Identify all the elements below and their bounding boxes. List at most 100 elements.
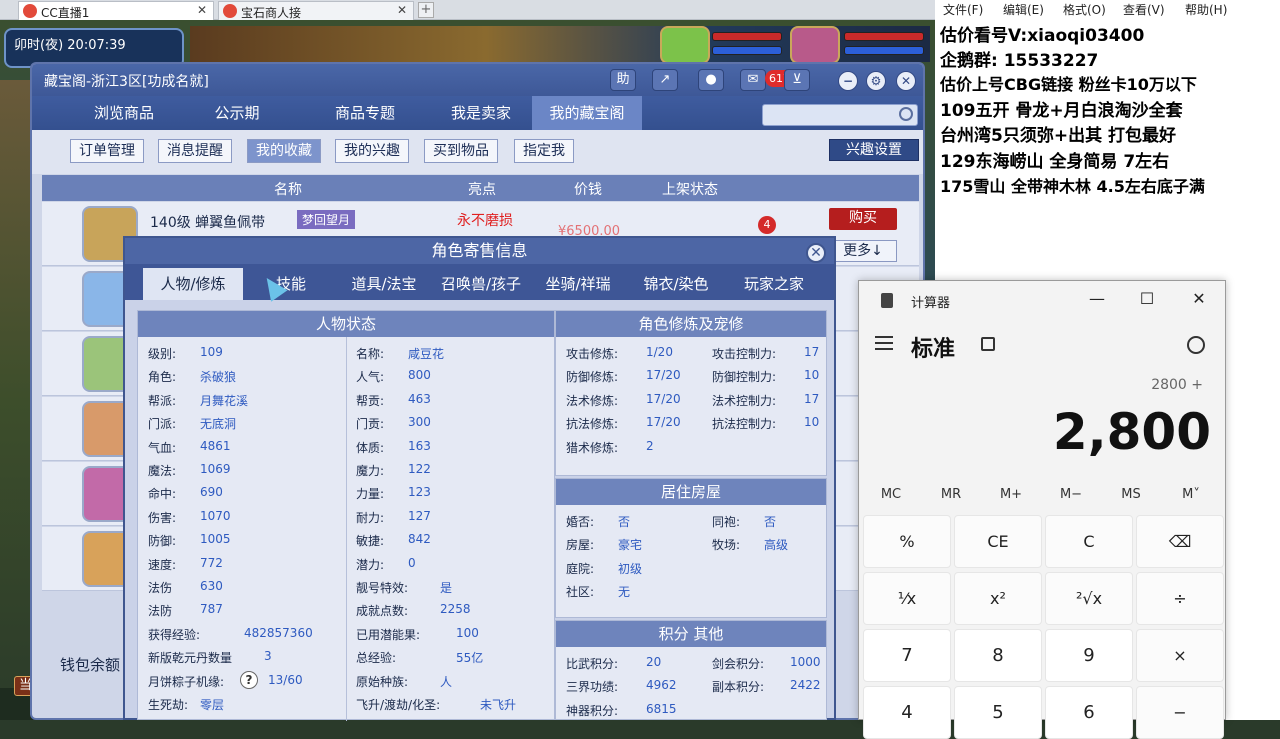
tab-pets[interactable]: 召唤兽/孩子 (433, 268, 529, 300)
digit-7-key[interactable]: 7 (863, 629, 951, 682)
info-field: 比武积分: 20 (566, 655, 661, 672)
share-icon[interactable]: ↗ (652, 69, 678, 91)
order-manage-button[interactable]: 订单管理 (70, 139, 144, 163)
menu-help[interactable]: 帮助(H) (1185, 1, 1227, 18)
buy-button[interactable]: 购买 (829, 208, 897, 230)
square-key[interactable]: x² (954, 572, 1042, 625)
help-button[interactable]: 助 (610, 69, 636, 91)
search-icon[interactable] (899, 107, 913, 121)
divide-key[interactable]: ÷ (1136, 572, 1224, 625)
help-question-icon[interactable]: ? (240, 670, 258, 689)
msg-remind-button[interactable]: 消息提醒 (158, 139, 232, 163)
tab-mounts[interactable]: 坐骑/祥瑞 (535, 268, 621, 300)
interest-settings-button[interactable]: 兴趣设置 (829, 139, 919, 161)
my-favorites-button[interactable]: 我的收藏 (247, 139, 321, 163)
tab-home[interactable]: 玩家之家 (729, 268, 819, 300)
field-label: 总经验: (356, 651, 397, 666)
cc-logo-icon (223, 4, 237, 18)
search-input[interactable] (762, 104, 918, 126)
digit-5-key[interactable]: 5 (954, 686, 1042, 739)
my-interest-button[interactable]: 我的兴趣 (335, 139, 409, 163)
notepad-line: 175雪山 全带神木林 4.5左右底子满 (940, 177, 1205, 196)
field-value: 1000 (790, 655, 821, 669)
field-value: 482857360 (244, 625, 313, 640)
nav-topics[interactable]: 商品专题 (310, 96, 420, 130)
close-icon[interactable]: ✕ (397, 3, 407, 17)
digit-8-key[interactable]: 8 (954, 629, 1042, 682)
memory-button[interactable]: MS (1101, 487, 1161, 502)
field-label: 社区: (566, 585, 595, 600)
menu-format[interactable]: 格式(O) (1063, 1, 1106, 18)
info-field: 总经验: 55亿 (356, 649, 483, 666)
memory-button[interactable]: MR (921, 487, 981, 502)
close-icon[interactable]: ✕ (197, 3, 207, 17)
history-icon[interactable] (1187, 336, 1205, 354)
browser-tab-gem-merchant[interactable]: 宝石商人接 ✕ (218, 1, 414, 20)
digit-6-key[interactable]: 6 (1045, 686, 1133, 739)
info-field: 获得经验: 482857360 (148, 626, 313, 643)
field-label: 名称: (356, 347, 385, 361)
nav-announce-period[interactable]: 公示期 (192, 96, 282, 130)
minimize-icon[interactable]: − (838, 71, 858, 91)
minimize-icon[interactable]: — (1085, 289, 1109, 311)
nav-seller[interactable]: 我是卖家 (426, 96, 536, 130)
field-label: 门贡: (356, 417, 385, 432)
memory-button[interactable]: M− (1041, 487, 1101, 502)
clear-key[interactable]: C (1045, 515, 1133, 568)
field-label: 比武积分: (566, 657, 619, 671)
field-label: 获得经验: (148, 627, 201, 642)
settings-gear-icon[interactable]: ⚙ (866, 71, 886, 91)
close-icon[interactable]: ✕ (1187, 289, 1211, 311)
sqrt-key[interactable]: ²√x (1045, 572, 1133, 625)
bought-items-button[interactable]: 买到物品 (424, 139, 498, 163)
field-value: 20 (646, 655, 662, 669)
item-title[interactable]: 140级 蝉翼鱼佩带 (150, 212, 265, 232)
tab-character[interactable]: 人物/修炼 (143, 268, 243, 300)
record-icon[interactable]: ● (698, 69, 724, 91)
browser-tab-label: CC直播1 (41, 6, 90, 20)
field-value: 初级 (618, 561, 643, 576)
field-value: 否 (618, 515, 631, 529)
field-value: 月舞花溪 (200, 393, 249, 408)
player-mp-bar (844, 46, 924, 55)
new-tab-button[interactable]: + (418, 2, 434, 18)
tab-items[interactable]: 道具/法宝 (341, 268, 427, 300)
digit-4-key[interactable]: 4 (863, 686, 951, 739)
menu-edit[interactable]: 编辑(E) (1003, 1, 1044, 18)
field-value: 无 (618, 585, 631, 600)
col-status: 上架状态 (662, 182, 718, 198)
info-field: 魔法: 1069 (148, 462, 231, 479)
nav-browse[interactable]: 浏览商品 (74, 96, 174, 130)
cart-icon[interactable]: ⊻ (784, 69, 810, 91)
field-value: 13/60 (268, 672, 303, 687)
info-field: 攻击修炼: 1/20 (566, 345, 673, 362)
maximize-icon[interactable]: ☐ (1135, 289, 1159, 311)
reciprocal-key[interactable]: ¹⁄x (863, 572, 951, 625)
tab-outfits[interactable]: 锦衣/染色 (631, 268, 721, 300)
browser-tab-cc-live[interactable]: CC直播1 ✕ (18, 1, 214, 20)
ce-key[interactable]: CE (954, 515, 1042, 568)
close-icon[interactable]: ✕ (896, 71, 916, 91)
info-field: 三界功绩: 4962 (566, 678, 677, 695)
multiply-key[interactable]: × (1136, 629, 1224, 682)
field-value: 豪宅 (618, 538, 643, 553)
keep-on-top-icon[interactable] (981, 337, 995, 351)
assigned-to-me-button[interactable]: 指定我 (514, 139, 574, 163)
backspace-key[interactable]: ⌫ (1136, 515, 1224, 568)
percent-key[interactable]: % (863, 515, 951, 568)
pet-hp-bar (712, 32, 782, 41)
close-icon[interactable]: ✕ (806, 243, 826, 263)
field-value: 122 (408, 462, 431, 476)
minus-key[interactable]: − (1136, 686, 1224, 739)
chat-icon[interactable]: ✉ (740, 69, 766, 91)
more-button[interactable]: 更多↓ (829, 240, 897, 262)
nav-my-cbg[interactable]: 我的藏宝阁 (532, 96, 642, 130)
memory-button[interactable]: M+ (981, 487, 1041, 502)
menu-view[interactable]: 查看(V) (1123, 1, 1165, 18)
memory-button[interactable]: MC (861, 487, 921, 502)
menu-file[interactable]: 文件(F) (943, 1, 983, 18)
memory-button[interactable]: M˅ (1161, 487, 1221, 502)
digit-9-key[interactable]: 9 (1045, 629, 1133, 682)
hamburger-menu-icon[interactable] (875, 336, 893, 350)
field-label: 体质: (356, 440, 385, 455)
